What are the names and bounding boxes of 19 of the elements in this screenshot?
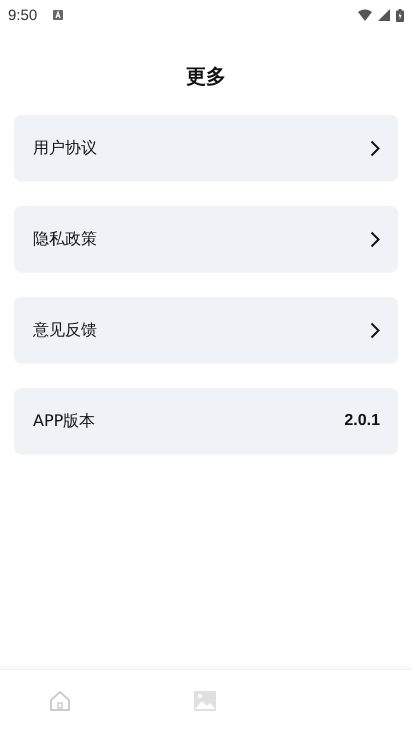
page-title: 更多 — [185, 63, 227, 90]
menu-item[interactable]: 意见反馈 — [14, 297, 398, 363]
wifi-icon — [358, 9, 372, 21]
notification-icon — [53, 10, 64, 20]
item-label: 用户协议 — [33, 138, 97, 158]
item-label: APP版本 — [33, 410, 96, 432]
menu-item[interactable]: 用户协议 — [14, 115, 398, 181]
status-time: 9:50 — [8, 6, 38, 24]
image-icon[interactable] — [194, 690, 216, 712]
item-label: 意见反馈 — [33, 320, 97, 340]
chevron-right-icon — [370, 140, 380, 156]
item-label: 隐私政策 — [33, 228, 97, 250]
chevron-right-icon — [370, 322, 380, 338]
battery-icon — [396, 8, 404, 22]
chevron-right-icon — [370, 230, 380, 248]
signal-icon — [378, 9, 390, 21]
menu-item[interactable]: 隐私政策 — [14, 206, 398, 272]
version-value: 2.0.1 — [344, 412, 380, 430]
home-icon[interactable] — [49, 690, 71, 712]
